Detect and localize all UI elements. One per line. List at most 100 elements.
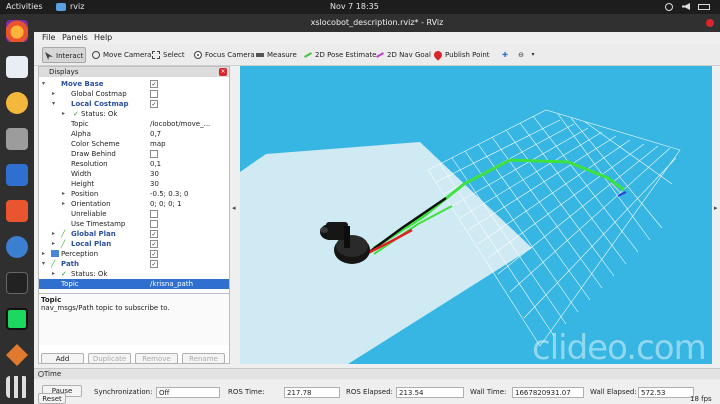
duplicate-button[interactable]: Duplicate [88, 353, 131, 364]
unreliable-checkbox[interactable] [150, 210, 158, 218]
collapse-left-arrow-icon[interactable]: ◂ [232, 204, 236, 212]
tree-row-position[interactable]: ▸ Position -0.5; 0.3; 0 [39, 189, 229, 199]
local-plan-checkbox[interactable]: ✓ [150, 240, 158, 248]
tree-row-height[interactable]: Height 30 [39, 179, 229, 189]
rename-button[interactable]: Rename [182, 353, 225, 364]
tree-row-use-timestamp[interactable]: Use Timestamp [39, 219, 229, 229]
3d-viewport[interactable]: clideo.com [240, 66, 712, 364]
time-title: Time [44, 370, 62, 378]
description-text: nav_msgs/Path topic to subscribe to. [41, 304, 170, 312]
sync-label: Synchronization: [94, 388, 153, 396]
interact-tool[interactable]: Interact [42, 47, 86, 63]
measure-tool[interactable]: Measure [254, 47, 297, 63]
ros-time-field[interactable]: 217.78 [284, 387, 340, 398]
tree-row-topic[interactable]: Topic/locobot/move_... [39, 119, 229, 129]
rhythmbox-icon[interactable] [6, 92, 28, 114]
menu-panels[interactable]: Panels [62, 33, 88, 42]
focus-camera-label: Focus Camera [205, 51, 255, 59]
displays-panel: Displays × ▾ Move Base ✓ ▸ Global Costmap ▾… [38, 66, 230, 364]
move-camera-icon [92, 51, 100, 59]
focus-camera-tool[interactable]: Focus Camera [192, 47, 255, 63]
window-title: xslocobot_description.rviz* - RViz [34, 14, 720, 32]
draw-behind-checkbox[interactable] [150, 150, 158, 158]
move-base-checkbox[interactable]: ✓ [150, 80, 158, 88]
app-menu[interactable]: rviz [70, 2, 84, 11]
tree-row-global-costmap[interactable]: ▸ Global Costmap [39, 89, 229, 99]
close-panel-icon[interactable]: × [219, 68, 227, 76]
pycharm-icon[interactable] [6, 308, 28, 330]
local-costmap-checkbox[interactable]: ✓ [150, 100, 158, 108]
tree-row-perception[interactable]: ▸ Perception ✓ [39, 249, 229, 259]
ros-elapsed-field[interactable]: 213.54 [396, 387, 464, 398]
tree-row-width[interactable]: Width 30 [39, 169, 229, 179]
close-window-icon[interactable] [706, 19, 714, 27]
files-icon[interactable] [6, 128, 28, 150]
tree-row-orientation[interactable]: ▸ Orientation 0; 0; 0; 1 [39, 199, 229, 209]
tree-row-resolution[interactable]: Resolution 0,1 [39, 159, 229, 169]
sync-select[interactable]: Off [156, 387, 220, 398]
wall-elapsed-field[interactable]: 572.53 [638, 387, 694, 398]
displays-tree[interactable]: ▾ Move Base ✓ ▸ Global Costmap ▾ Local Costm… [39, 77, 229, 293]
reset-button[interactable]: Reset [38, 393, 66, 404]
move-camera-tool[interactable]: Move Camera [90, 47, 151, 63]
publish-point-tool[interactable]: Publish Point [432, 47, 490, 63]
property-description: Topic nav_msgs/Path topic to subscribe t… [39, 293, 229, 345]
nav-goal-tool[interactable]: 2D Nav Goal [374, 47, 431, 63]
clock[interactable]: Nov 7 18:35 [330, 2, 379, 11]
software-center-icon[interactable] [6, 200, 28, 222]
tree-row-global-plan[interactable]: ▸ ╱ Global Plan ✓ [39, 229, 229, 239]
thunderbird-icon[interactable] [6, 56, 28, 78]
tree-row-alpha[interactable]: Alpha 0,7 [39, 129, 229, 139]
rviz-app-icon [56, 3, 66, 11]
activities-button[interactable]: Activities [6, 2, 43, 11]
displays-title: Displays [49, 68, 79, 76]
nav-goal-label: 2D Nav Goal [387, 51, 431, 59]
add-button[interactable]: Add [41, 353, 84, 364]
tree-row-status[interactable]: ▸ ✓ Status: Ok [39, 109, 229, 119]
tree-row-path-topic[interactable]: Topic/krisna_path [39, 279, 229, 289]
tree-row-move-base[interactable]: ▾ Move Base ✓ [39, 79, 229, 89]
use-timestamp-checkbox[interactable] [150, 220, 158, 228]
perception-checkbox[interactable]: ✓ [150, 250, 158, 258]
pose-estimate-tool[interactable]: 2D Pose Estimate [302, 47, 376, 63]
tree-row-color-scheme[interactable]: Color Scheme map [39, 139, 229, 149]
remove-button[interactable]: Remove [135, 353, 178, 364]
tree-row-local-costmap[interactable]: ▾ Local Costmap ✓ [39, 99, 229, 109]
select-tool[interactable]: Select [150, 47, 185, 63]
tree-row-local-plan[interactable]: ▸ ╱ Local Plan ✓ [39, 239, 229, 249]
system-top-bar: Activities rviz Nov 7 18:35 [0, 0, 720, 14]
volume-icon[interactable] [682, 3, 690, 10]
network-icon[interactable] [665, 3, 673, 11]
firefox-icon[interactable] [6, 20, 28, 42]
tree-row-unreliable[interactable]: Unreliable [39, 209, 229, 219]
ruler-icon [256, 53, 264, 57]
wall-time-field[interactable]: 1667820931.07 [512, 387, 584, 398]
tree-row-draw-behind[interactable]: Draw Behind [39, 149, 229, 159]
tool-menu-chevron-icon[interactable]: ▾ [528, 47, 538, 63]
show-apps-icon[interactable] [6, 376, 28, 398]
layers-icon[interactable] [6, 344, 28, 366]
tree-row-path[interactable]: ▾ ╱ Path ✓ [39, 259, 229, 269]
writer-icon[interactable] [6, 164, 28, 186]
cursor-icon [45, 52, 53, 60]
remove-tool-icon[interactable]: ⊖ [516, 47, 526, 63]
terminal-icon[interactable] [6, 272, 28, 294]
fps-readout: 18 fps [690, 395, 712, 403]
focus-camera-icon [194, 51, 202, 59]
description-title: Topic [41, 296, 62, 304]
menu-file[interactable]: File [42, 33, 55, 42]
rviz-window: xslocobot_description.rviz* - RViz File … [34, 14, 720, 404]
pose-estimate-label: 2D Pose Estimate [315, 51, 377, 59]
collapse-right-arrow-icon[interactable]: ▸ [714, 204, 718, 212]
global-plan-checkbox[interactable]: ✓ [150, 230, 158, 238]
menu-help[interactable]: Help [94, 33, 112, 42]
global-costmap-checkbox[interactable] [150, 90, 158, 98]
tree-row-path-status[interactable]: ▸ ✓ Status: Ok [39, 269, 229, 279]
help-icon[interactable] [6, 236, 28, 258]
battery-icon[interactable] [698, 4, 710, 10]
add-tool-icon[interactable]: ✚ [500, 47, 510, 63]
watermark-text: clideo.com [532, 328, 707, 364]
tool-bar: Interact Move Camera Select Focus Camera… [34, 44, 720, 66]
path-checkbox[interactable]: ✓ [150, 260, 158, 268]
select-label: Select [163, 51, 185, 59]
